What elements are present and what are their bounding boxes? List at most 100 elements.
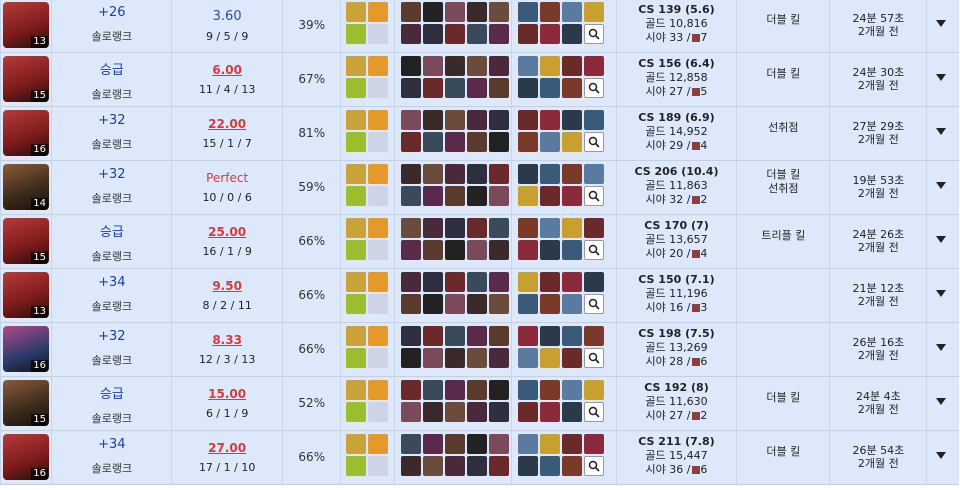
player-champion-icon[interactable] — [488, 240, 509, 260]
player-champion-icon[interactable] — [400, 110, 421, 130]
expand-cell[interactable] — [927, 161, 959, 214]
player-champion-icon[interactable] — [400, 2, 421, 22]
player-champion-icon[interactable] — [444, 132, 465, 152]
player-champion-icon[interactable] — [444, 240, 465, 260]
player-champion-icon[interactable] — [400, 402, 421, 422]
expand-arrow-icon[interactable] — [936, 344, 947, 351]
player-champion-icon[interactable] — [444, 78, 465, 98]
player-champion-icon[interactable] — [400, 240, 421, 260]
champion-portrait[interactable]: 16 — [3, 326, 49, 372]
search-icon[interactable] — [583, 402, 604, 422]
champion-portrait[interactable]: 14 — [3, 164, 49, 210]
expand-cell[interactable] — [927, 323, 959, 376]
player-champion-icon[interactable] — [444, 218, 465, 238]
expand-cell[interactable] — [927, 0, 959, 52]
player-champion-icon[interactable] — [466, 2, 487, 22]
player-champion-icon[interactable] — [466, 272, 487, 292]
search-icon[interactable] — [583, 240, 604, 260]
player-champion-icon[interactable] — [400, 348, 421, 368]
player-champion-icon[interactable] — [444, 56, 465, 76]
player-champion-icon[interactable] — [422, 272, 443, 292]
player-champion-icon[interactable] — [422, 78, 443, 98]
search-icon[interactable] — [583, 294, 604, 314]
expand-cell[interactable] — [927, 107, 959, 160]
match-row[interactable]: 14 +32 솔로랭크 Perfect 10 / 0 / 6 59% CS 206 (10.… — [1, 161, 959, 215]
player-champion-icon[interactable] — [400, 456, 421, 476]
player-champion-icon[interactable] — [488, 434, 509, 454]
player-champion-icon[interactable] — [444, 164, 465, 184]
player-champion-icon[interactable] — [444, 380, 465, 400]
player-champion-icon[interactable] — [422, 456, 443, 476]
match-row[interactable]: 15 승급 솔로랭크 25.00 16 / 1 / 9 66% CS 170 (7) 골드 1… — [1, 215, 959, 269]
player-champion-icon[interactable] — [400, 186, 421, 206]
match-row[interactable]: 15 승급 솔로랭크 15.00 6 / 1 / 9 52% CS 192 (8) 골드 11… — [1, 377, 959, 431]
champion-portrait[interactable]: 13 — [3, 272, 49, 318]
player-champion-icon[interactable] — [444, 110, 465, 130]
player-champion-icon[interactable] — [466, 456, 487, 476]
match-row[interactable]: 15 승급 솔로랭크 6.00 11 / 4 / 13 67% CS 156 (6.4) 골드… — [1, 53, 959, 107]
expand-arrow-icon[interactable] — [936, 290, 947, 297]
champion-portrait[interactable]: 15 — [3, 56, 49, 102]
player-champion-icon[interactable] — [422, 348, 443, 368]
expand-cell[interactable] — [927, 53, 959, 106]
champion-portrait[interactable]: 16 — [3, 434, 49, 480]
player-champion-icon[interactable] — [466, 24, 487, 44]
expand-arrow-icon[interactable] — [936, 236, 947, 243]
search-icon[interactable] — [583, 456, 604, 476]
player-champion-icon[interactable] — [422, 402, 443, 422]
player-champion-icon[interactable] — [444, 456, 465, 476]
player-champion-icon[interactable] — [444, 24, 465, 44]
player-champion-icon[interactable] — [422, 56, 443, 76]
player-champion-icon[interactable] — [488, 456, 509, 476]
player-champion-icon[interactable] — [488, 186, 509, 206]
expand-arrow-icon[interactable] — [936, 20, 947, 27]
player-champion-icon[interactable] — [400, 132, 421, 152]
player-champion-icon[interactable] — [444, 294, 465, 314]
player-champion-icon[interactable] — [466, 132, 487, 152]
player-champion-icon[interactable] — [400, 272, 421, 292]
expand-cell[interactable] — [927, 431, 959, 484]
match-row[interactable]: 16 +34 솔로랭크 27.00 17 / 1 / 10 66% CS 211 (7.8)… — [1, 431, 959, 485]
search-icon[interactable] — [583, 132, 604, 152]
expand-arrow-icon[interactable] — [936, 182, 947, 189]
player-champion-icon[interactable] — [488, 380, 509, 400]
player-champion-icon[interactable] — [488, 56, 509, 76]
player-champion-icon[interactable] — [488, 110, 509, 130]
player-champion-icon[interactable] — [466, 240, 487, 260]
match-row[interactable]: 16 +32 솔로랭크 8.33 12 / 3 / 13 66% CS 198 (7.5) 골… — [1, 323, 959, 377]
player-champion-icon[interactable] — [466, 56, 487, 76]
player-champion-icon[interactable] — [400, 380, 421, 400]
player-champion-icon[interactable] — [466, 186, 487, 206]
player-champion-icon[interactable] — [400, 56, 421, 76]
player-champion-icon[interactable] — [400, 24, 421, 44]
player-champion-icon[interactable] — [422, 164, 443, 184]
player-champion-icon[interactable] — [466, 78, 487, 98]
player-champion-icon[interactable] — [488, 2, 509, 22]
match-row[interactable]: 13 +34 솔로랭크 9.50 8 / 2 / 11 66% CS 150 (7.1) 골드… — [1, 269, 959, 323]
player-champion-icon[interactable] — [422, 132, 443, 152]
champion-portrait[interactable]: 13 — [3, 2, 49, 48]
player-champion-icon[interactable] — [400, 326, 421, 346]
player-champion-icon[interactable] — [422, 326, 443, 346]
player-champion-icon[interactable] — [466, 164, 487, 184]
player-champion-icon[interactable] — [488, 132, 509, 152]
champion-portrait[interactable]: 15 — [3, 380, 49, 426]
player-champion-icon[interactable] — [444, 326, 465, 346]
player-champion-icon[interactable] — [422, 218, 443, 238]
expand-arrow-icon[interactable] — [936, 74, 947, 81]
player-champion-icon[interactable] — [488, 326, 509, 346]
player-champion-icon[interactable] — [400, 434, 421, 454]
player-champion-icon[interactable] — [488, 402, 509, 422]
champion-portrait[interactable]: 15 — [3, 218, 49, 264]
champion-portrait[interactable]: 16 — [3, 110, 49, 156]
player-champion-icon[interactable] — [466, 218, 487, 238]
expand-cell[interactable] — [927, 215, 959, 268]
player-champion-icon[interactable] — [422, 110, 443, 130]
search-icon[interactable] — [583, 78, 604, 98]
player-champion-icon[interactable] — [422, 240, 443, 260]
match-row[interactable]: 13 +26 솔로랭크 3.60 9 / 5 / 9 39% CS 139 (5.6) 골드 … — [1, 0, 959, 53]
player-champion-icon[interactable] — [466, 294, 487, 314]
player-champion-icon[interactable] — [422, 380, 443, 400]
player-champion-icon[interactable] — [422, 434, 443, 454]
player-champion-icon[interactable] — [422, 2, 443, 22]
